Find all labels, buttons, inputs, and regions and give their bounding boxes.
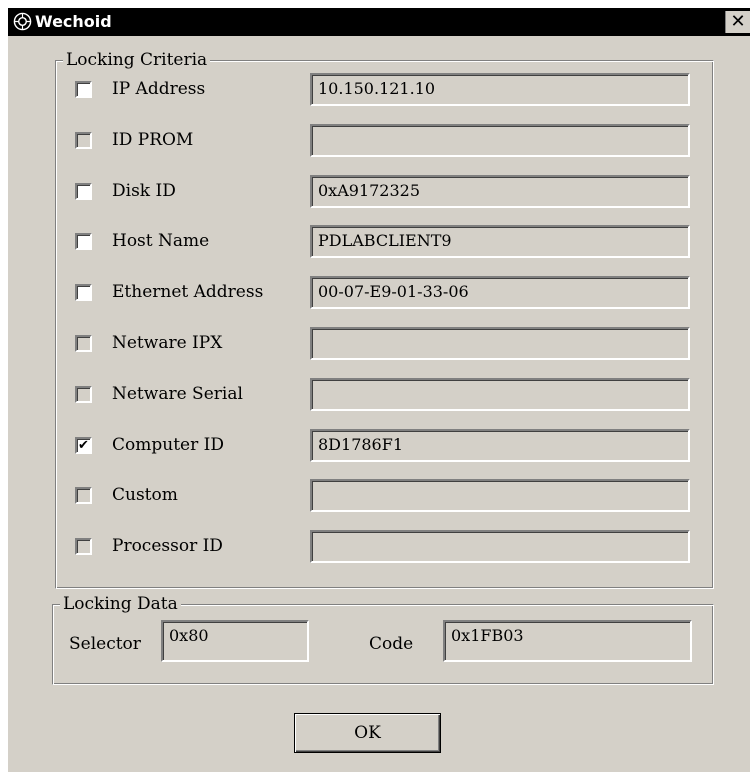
locking-data-group: Locking Data Selector 0x80 Code 0x1FB03: [52, 594, 714, 685]
criteria-label: Disk ID: [112, 180, 176, 201]
code-field[interactable]: 0x1FB03: [443, 620, 692, 662]
code-label: Code: [369, 634, 414, 654]
criteria-row: Custom: [56, 479, 713, 519]
checkbox: [75, 385, 92, 403]
title-bar: Wechoid ✕: [8, 8, 750, 36]
criteria-value-field[interactable]: PDLABCLIENT9: [310, 225, 690, 259]
criteria-value-field[interactable]: [310, 327, 690, 360]
criteria-row: Processor ID: [56, 530, 713, 570]
checkbox[interactable]: ✔: [75, 436, 92, 454]
criteria-row: Netware IPX: [56, 327, 713, 367]
criteria-value-field[interactable]: [310, 530, 690, 564]
criteria-label: Processor ID: [112, 536, 223, 557]
criteria-value-field[interactable]: 0xA9172325: [310, 174, 690, 208]
checkbox[interactable]: [75, 284, 92, 302]
app-icon: [13, 12, 32, 31]
close-icon: ✕: [730, 11, 746, 32]
window-title: Wechoid: [35, 12, 112, 31]
checkmark-icon: ✔: [78, 437, 89, 453]
locking-criteria-group: Locking Criteria IP Address 10.150.121.10…: [55, 50, 714, 589]
criteria-label: Custom: [112, 485, 178, 506]
criteria-label: Host Name: [112, 231, 210, 252]
locking-data-legend: Locking Data: [60, 594, 181, 614]
checkbox: [75, 487, 92, 505]
criteria-row: ID PROM: [56, 123, 713, 164]
checkbox: [75, 131, 92, 149]
criteria-label: Netware IPX: [112, 333, 223, 353]
criteria-label: Netware Serial: [112, 383, 243, 404]
checkbox[interactable]: [75, 233, 92, 251]
criteria-row: Disk ID 0xA9172325: [56, 174, 713, 215]
wechoid-dialog: Wechoid ✕ Locking Criteria IP Address 10.…: [8, 8, 750, 772]
criteria-value-field[interactable]: 10.150.121.10: [310, 73, 690, 106]
checkbox: [75, 335, 92, 352]
criteria-value-field[interactable]: [310, 377, 690, 411]
criteria-value-field[interactable]: [310, 123, 690, 157]
criteria-row: Ethernet Address 00-07-E9-01-33-06: [56, 276, 713, 316]
criteria-label: Computer ID: [112, 434, 224, 455]
criteria-row: Netware Serial: [56, 377, 713, 418]
checkbox[interactable]: [75, 182, 92, 200]
criteria-value-field[interactable]: 00-07-E9-01-33-06: [310, 276, 690, 310]
criteria-label: ID PROM: [112, 129, 194, 150]
locking-criteria-legend: Locking Criteria: [63, 50, 211, 70]
criteria-value-field[interactable]: [310, 479, 690, 513]
criteria-label: IP Address: [112, 79, 206, 99]
criteria-value-field[interactable]: 8D1786F1: [310, 428, 690, 462]
selector-field[interactable]: 0x80: [161, 620, 309, 662]
close-button[interactable]: ✕: [725, 11, 750, 33]
ok-button[interactable]: OK: [294, 713, 441, 753]
criteria-row: ✔ Computer ID 8D1786F1: [56, 428, 713, 469]
selector-label: Selector: [69, 634, 141, 654]
criteria-row: IP Address 10.150.121.10: [56, 73, 713, 113]
checkbox[interactable]: [75, 81, 92, 98]
criteria-row: Host Name PDLABCLIENT9: [56, 225, 713, 265]
criteria-label: Ethernet Address: [112, 282, 264, 303]
checkbox: [75, 538, 92, 556]
